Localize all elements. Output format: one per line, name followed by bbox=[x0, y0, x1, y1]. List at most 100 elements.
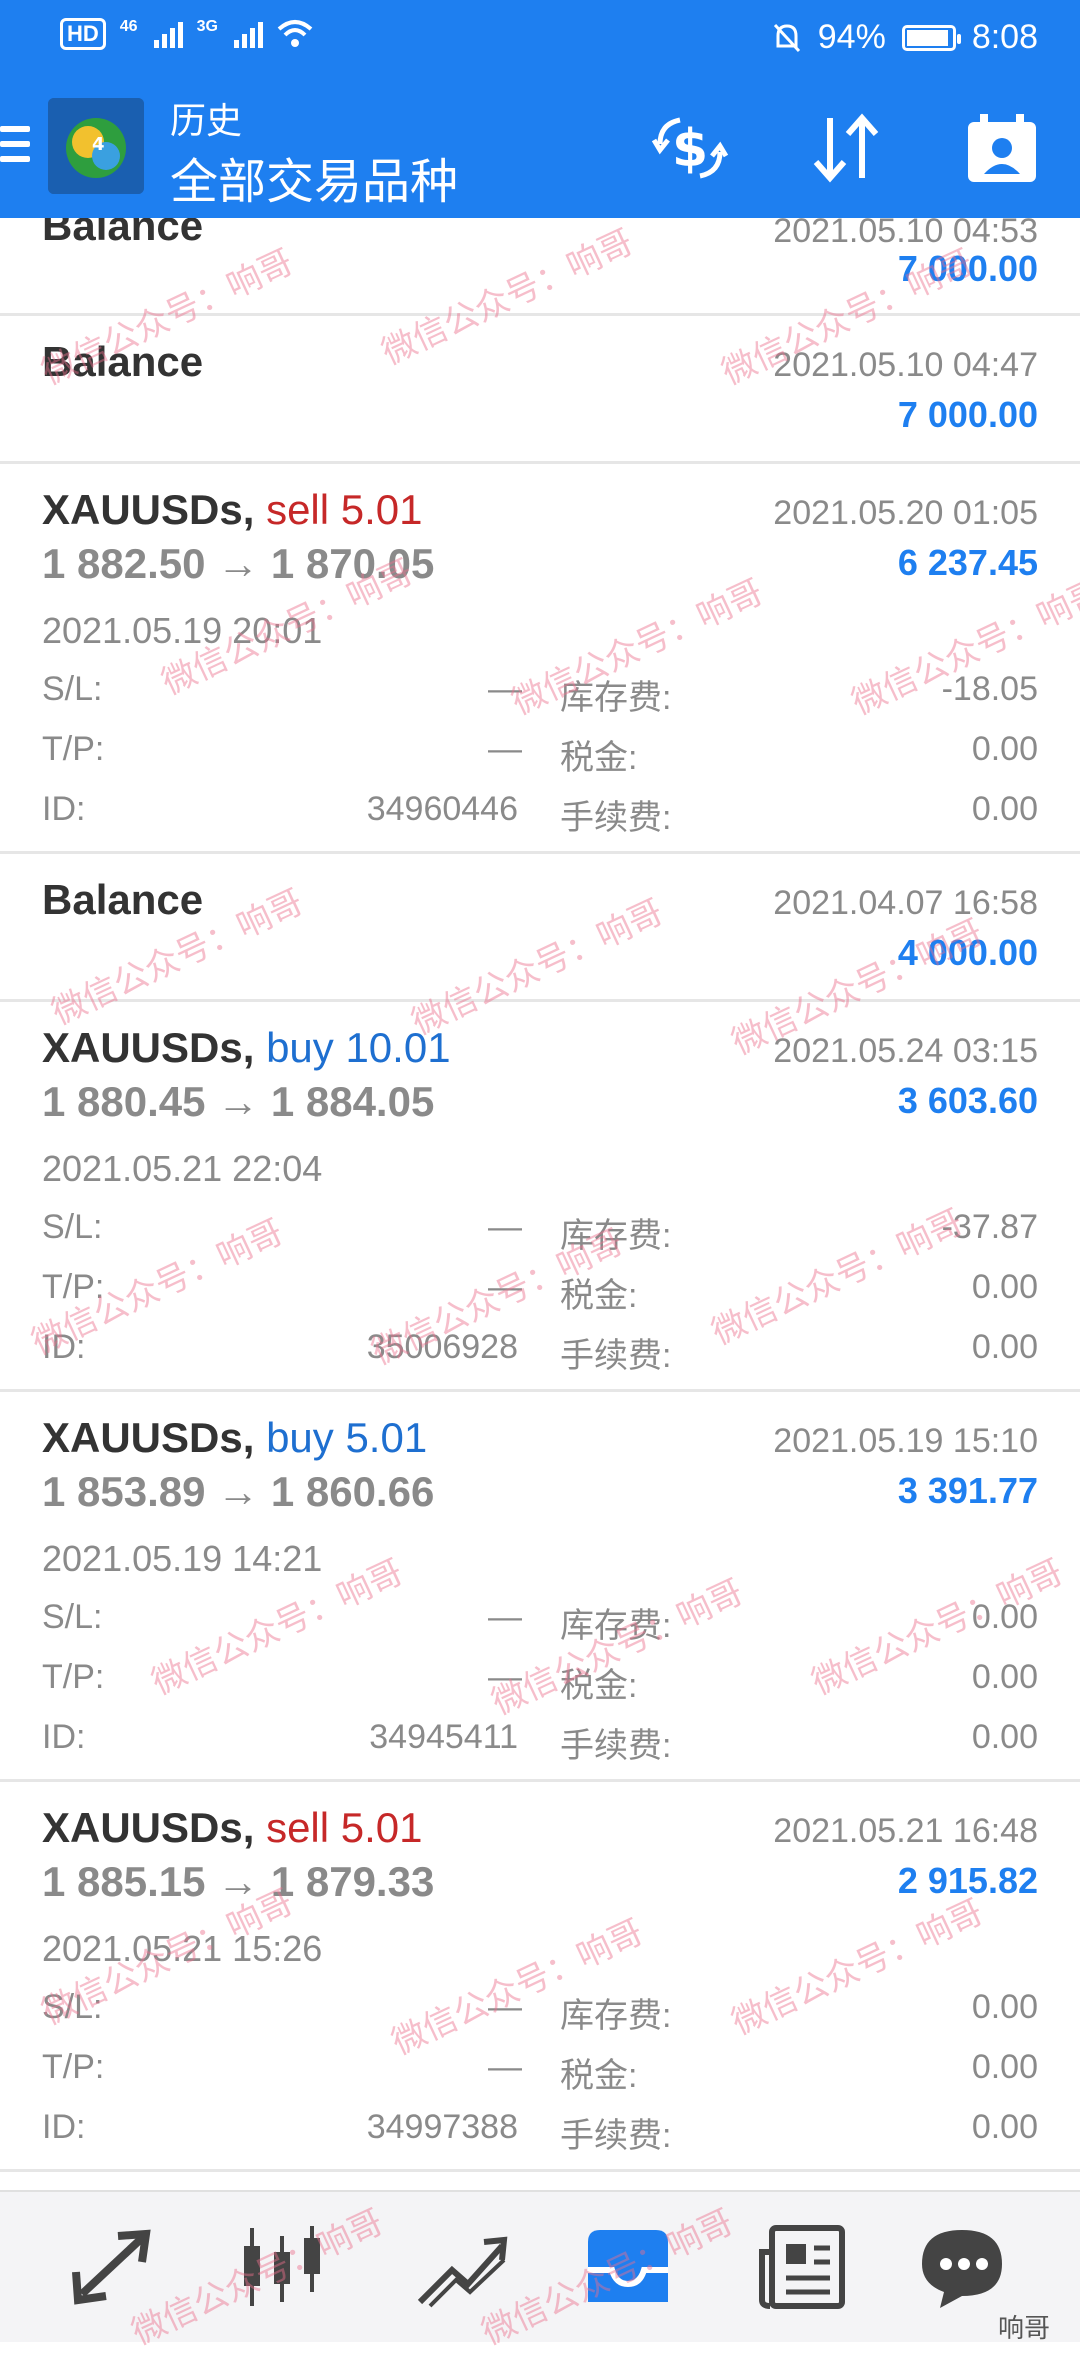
trade-title: XAUUSDs, buy 10.01 bbox=[42, 1024, 451, 1072]
tp-value: — bbox=[488, 2048, 522, 2086]
swap-value: -37.87 bbox=[941, 1208, 1038, 1246]
sl-label: S/L: bbox=[42, 1208, 103, 1246]
sl-value: — bbox=[488, 670, 522, 708]
app-logo: 4 bbox=[48, 98, 144, 194]
tp-label: T/P: bbox=[42, 1268, 105, 1306]
tp-label: T/P: bbox=[42, 2048, 105, 2086]
fee-label: 手续费: bbox=[560, 1727, 672, 1765]
battery-percent: 94% bbox=[817, 18, 886, 56]
sl-value: — bbox=[488, 1208, 522, 1246]
hd-badge: HD bbox=[60, 18, 106, 50]
tax-label: 税金: bbox=[560, 2057, 638, 2095]
clock: 8:08 bbox=[971, 18, 1038, 56]
tax-value: 0.00 bbox=[971, 2048, 1038, 2086]
trade-type: sell 5.01 bbox=[266, 1804, 423, 1851]
fee-value: 0.00 bbox=[971, 1328, 1038, 1366]
fee-label: 手续费: bbox=[560, 799, 672, 837]
chat-icon[interactable] bbox=[912, 2222, 1012, 2312]
profit-amount: 7 000.00 bbox=[897, 394, 1038, 435]
swap-label: 库存费: bbox=[560, 679, 672, 717]
currency-exchange-icon[interactable]: $ bbox=[650, 110, 730, 186]
order-id: 34960446 bbox=[366, 790, 518, 828]
close-time: 2021.05.10 04:47 bbox=[773, 346, 1038, 384]
order-id: 34945411 bbox=[369, 1718, 518, 1756]
network-type-2: 3G bbox=[196, 18, 218, 35]
table-row[interactable]: XAUUSDs, buy 5.01 1 853.89 → 1 860.66 20… bbox=[0, 1392, 1080, 1782]
network-type-1: 46 bbox=[119, 18, 138, 35]
balance-label: Balance bbox=[42, 876, 204, 923]
open-time: 2021.05.21 15:26 bbox=[42, 1928, 323, 1969]
tp-label: T/P: bbox=[42, 1658, 105, 1696]
sl-label: S/L: bbox=[42, 1988, 103, 2026]
news-icon[interactable] bbox=[756, 2222, 856, 2312]
profit-amount: 4 000.00 bbox=[897, 932, 1038, 973]
fee-label: 手续费: bbox=[560, 1337, 672, 1375]
battery-icon bbox=[901, 24, 961, 51]
trade-type: buy 10.01 bbox=[266, 1024, 451, 1071]
tp-value: — bbox=[488, 1658, 522, 1696]
profit-amount: 3 603.60 bbox=[897, 1080, 1038, 1121]
chart-line-icon[interactable] bbox=[412, 2222, 512, 2312]
trade-title: XAUUSDs, buy 5.01 bbox=[42, 1414, 427, 1462]
close-time: 2021.05.20 01:05 bbox=[773, 494, 1038, 532]
calendar-user-icon[interactable] bbox=[962, 110, 1042, 186]
table-row[interactable]: XAUUSDs, sell 5.01 1 885.15 → 1 879.33 2… bbox=[0, 1782, 1080, 2172]
profit-amount: 3 391.77 bbox=[897, 1470, 1038, 1511]
fee-value: 0.00 bbox=[971, 1718, 1038, 1756]
balance-label: Balance bbox=[42, 338, 204, 385]
trade-type: buy 5.01 bbox=[266, 1414, 428, 1461]
signal-icon bbox=[153, 20, 183, 48]
price-range: 1 880.45 → 1 884.05 bbox=[42, 1078, 435, 1125]
profit-amount: 2 915.82 bbox=[897, 1860, 1038, 1901]
swap-label: 库存费: bbox=[560, 1217, 672, 1255]
trade-arrows-icon[interactable] bbox=[62, 2222, 162, 2312]
tax-label: 税金: bbox=[560, 739, 638, 777]
open-time: 2021.05.21 22:04 bbox=[42, 1148, 323, 1189]
history-inbox-icon[interactable] bbox=[578, 2222, 678, 2312]
sl-value: — bbox=[488, 1988, 522, 2026]
tp-label: T/P: bbox=[42, 730, 105, 768]
list-item[interactable]: Balance 2021.05.10 04:53 7 000.00 bbox=[0, 202, 1080, 316]
price-range: 1 882.50 → 1 870.05 bbox=[42, 540, 435, 587]
table-row[interactable]: XAUUSDs, buy 10.01 1 880.45 → 1 884.05 2… bbox=[0, 1002, 1080, 1392]
fee-value: 0.00 bbox=[971, 790, 1038, 828]
fee-label: 手续费: bbox=[560, 2117, 672, 2155]
open-time: 2021.05.19 20:01 bbox=[42, 610, 323, 651]
bottom-nav: 响哥 bbox=[0, 2190, 1080, 2343]
tax-label: 税金: bbox=[560, 1667, 638, 1705]
id-label: ID: bbox=[42, 1328, 86, 1366]
account-badge: 响哥 bbox=[997, 2313, 1050, 2343]
price-range: 1 885.15 → 1 879.33 bbox=[42, 1858, 435, 1905]
table-row[interactable]: XAUUSDs, sell 5.01 1 882.50 → 1 870.05 2… bbox=[0, 464, 1080, 854]
close-time: 2021.05.19 15:10 bbox=[773, 1422, 1038, 1460]
sl-label: S/L: bbox=[42, 1598, 103, 1636]
sort-icon[interactable] bbox=[806, 110, 886, 186]
list-item[interactable]: Balance 2021.05.10 04:47 7 000.00 bbox=[0, 316, 1080, 464]
symbol-filter[interactable]: 全部交易品种 bbox=[170, 142, 458, 212]
fee-value: 0.00 bbox=[971, 2108, 1038, 2146]
app-header: 4 历史 全部交易品种 $ bbox=[0, 76, 1080, 218]
swap-value: -18.05 bbox=[941, 670, 1038, 708]
symbol: XAUUSDs, bbox=[42, 1024, 255, 1071]
id-label: ID: bbox=[42, 790, 86, 828]
swap-label: 库存费: bbox=[560, 1997, 672, 2035]
trade-type: sell 5.01 bbox=[266, 486, 423, 533]
page-title: 历史 bbox=[170, 100, 243, 141]
menu-icon[interactable] bbox=[0, 126, 30, 171]
sl-label: S/L: bbox=[42, 670, 103, 708]
symbol: XAUUSDs, bbox=[42, 1804, 255, 1851]
close-time: 2021.05.21 16:48 bbox=[773, 1812, 1038, 1850]
list-item[interactable]: Balance 2021.04.07 16:58 4 000.00 bbox=[0, 854, 1080, 1002]
history-list[interactable]: Balance 2021.05.10 04:53 7 000.00 Balanc… bbox=[0, 202, 1080, 2172]
svg-text:$: $ bbox=[672, 119, 708, 179]
tax-value: 0.00 bbox=[971, 1658, 1038, 1696]
profit-amount: 7 000.00 bbox=[897, 248, 1038, 289]
mute-bell-icon bbox=[773, 23, 800, 52]
tax-value: 0.00 bbox=[971, 730, 1038, 768]
id-label: ID: bbox=[42, 2108, 86, 2146]
tax-label: 税金: bbox=[560, 1277, 638, 1315]
order-id: 35006928 bbox=[366, 1328, 518, 1366]
candlestick-icon[interactable] bbox=[232, 2222, 332, 2312]
id-label: ID: bbox=[42, 1718, 86, 1756]
tp-value: — bbox=[488, 730, 522, 768]
